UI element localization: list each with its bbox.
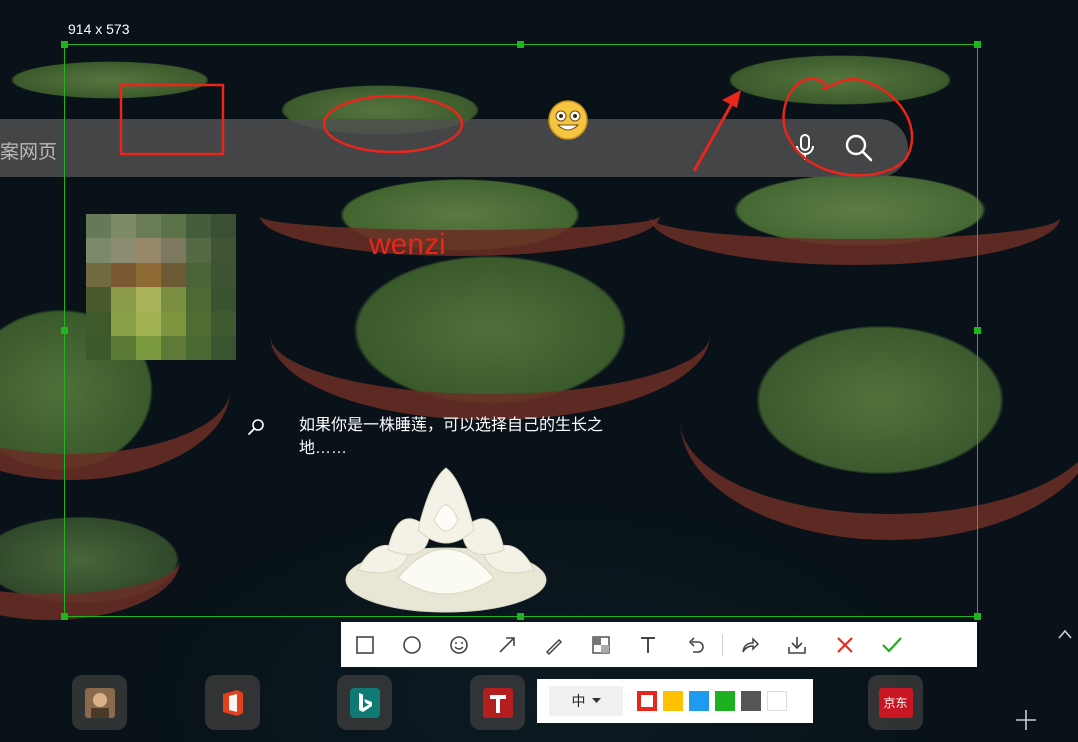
t-app-icon	[482, 687, 513, 718]
dock-tile[interactable]	[470, 675, 525, 730]
dock-tile[interactable]: 京东	[868, 675, 923, 730]
dock-tile[interactable]	[205, 675, 260, 730]
color-swatch-gray[interactable]	[741, 691, 761, 711]
share-icon	[742, 636, 760, 652]
resize-handle[interactable]	[517, 613, 524, 620]
jd-icon-text: 京东	[883, 696, 908, 710]
resize-handle[interactable]	[974, 41, 981, 48]
wallpaper-caption[interactable]: 如果你是一株睡莲，可以选择自己的生长之地……	[299, 414, 639, 460]
magnifier-icon[interactable]	[246, 417, 266, 437]
download-tool-button[interactable]	[774, 622, 821, 667]
mosaic-tool-button[interactable]	[577, 622, 624, 667]
ellipse-tool-button[interactable]	[388, 622, 435, 667]
toolbar-divider	[722, 633, 724, 656]
resize-handle[interactable]	[61, 613, 68, 620]
confirm-button[interactable]	[868, 622, 915, 667]
resize-handle[interactable]	[517, 41, 524, 48]
rectangle-tool-button[interactable]	[341, 622, 388, 667]
text-options-bar: 中	[537, 679, 813, 723]
add-icon[interactable]	[1014, 708, 1038, 732]
download-icon	[788, 636, 807, 654]
chevron-down-icon	[591, 698, 601, 703]
undo-icon	[688, 636, 704, 653]
undo-tool-button[interactable]	[672, 622, 719, 667]
close-icon	[836, 636, 853, 653]
selection-frame[interactable]	[64, 44, 978, 617]
selection-size-label: 914 x 573	[68, 21, 130, 37]
resize-handle[interactable]	[61, 41, 68, 48]
arrow-tool-button[interactable]	[483, 622, 530, 667]
bing-icon	[349, 687, 380, 718]
dock-tile[interactable]	[72, 675, 127, 730]
color-swatch-green[interactable]	[715, 691, 735, 711]
resize-handle[interactable]	[974, 327, 981, 334]
mosaic-icon	[592, 635, 610, 654]
emoji-sticker-icon	[548, 100, 588, 140]
office-icon	[222, 689, 243, 716]
arrow-icon	[498, 636, 515, 653]
emoji-icon	[450, 635, 469, 654]
color-swatch-yellow[interactable]	[663, 691, 683, 711]
circle-icon	[403, 635, 421, 654]
chevron-up-icon[interactable]	[1057, 627, 1073, 641]
text-tool-button[interactable]	[625, 622, 672, 667]
rectangle-icon	[355, 635, 374, 654]
dock-tile[interactable]	[337, 675, 392, 730]
search-placeholder: 案网页	[0, 142, 58, 163]
pen-icon	[545, 638, 562, 655]
share-tool-button[interactable]	[726, 622, 773, 667]
font-size-select[interactable]: 中	[549, 686, 623, 716]
color-swatch-white[interactable]	[767, 691, 787, 711]
cancel-button[interactable]	[821, 622, 868, 667]
font-size-label: 中	[571, 693, 586, 709]
avatar-icon	[84, 687, 115, 718]
color-swatch-blue[interactable]	[689, 691, 709, 711]
check-icon	[882, 636, 902, 653]
pen-tool-button[interactable]	[530, 622, 577, 667]
emoji-tool-button[interactable]	[436, 622, 483, 667]
text-icon	[641, 636, 656, 653]
annotation-text: wenzi	[369, 228, 446, 261]
resize-handle[interactable]	[974, 613, 981, 620]
screenshot-toolbar	[341, 622, 977, 667]
resize-handle[interactable]	[61, 327, 68, 334]
color-swatch-red[interactable]	[637, 691, 657, 711]
